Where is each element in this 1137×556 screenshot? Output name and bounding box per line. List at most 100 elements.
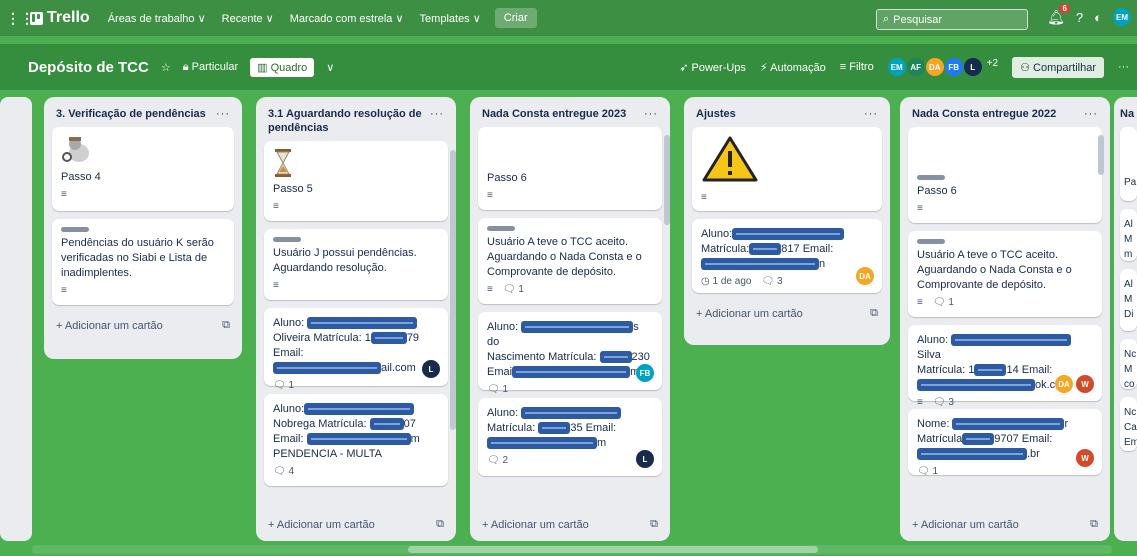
due-date-badge[interactable]: ◷ 1 de ago xyxy=(701,274,751,289)
view-board-button[interactable]: ▥ Quadro xyxy=(250,57,315,77)
list-menu-icon[interactable]: ··· xyxy=(1084,107,1098,121)
list-menu-icon[interactable]: ··· xyxy=(216,107,230,121)
card[interactable]: Usuário A teve o TCC aceito. Aguardando … xyxy=(908,231,1102,317)
nav-recent[interactable]: Recente ∨ xyxy=(222,12,274,25)
list-ajustes: Ajustes ··· ≡ Aluno: Matrícula: 817 Email:… xyxy=(684,97,890,345)
card[interactable]: Aluno: s do Nascimento Matrícula: 230 Em… xyxy=(478,312,662,395)
card[interactable]: Usuário A teve o TCC aceito. Aguardando … xyxy=(478,218,662,304)
list-scrollbar[interactable] xyxy=(1098,135,1104,175)
add-card-button[interactable]: + Adicionar um cartão ⧉ xyxy=(52,313,234,338)
card[interactable]: Passo 6 ≡ xyxy=(478,127,662,210)
more-members-count[interactable]: +2 xyxy=(987,58,998,76)
redacted-text xyxy=(732,228,845,241)
card-label[interactable] xyxy=(273,237,301,242)
redacted-text xyxy=(599,351,632,364)
warning-icon xyxy=(702,136,758,182)
template-icon[interactable]: ⧉ xyxy=(222,319,230,332)
card[interactable]: Aluno: Matrícula: 35 Email: m 🗨︎ 2 L xyxy=(478,398,662,476)
star-icon[interactable]: ☆ xyxy=(161,61,171,74)
card-title: Usuário A teve o TCC aceito. Aguardando … xyxy=(917,249,1072,291)
card-label[interactable] xyxy=(487,226,515,231)
card-title: Passo 5 xyxy=(273,183,313,195)
list-verificacao: 3. Verificação de pendências ··· Passo 4 … xyxy=(44,97,242,359)
notifications-icon[interactable]: 🔔︎ 6 xyxy=(1047,3,1070,26)
avatar[interactable]: EM xyxy=(887,58,906,76)
card[interactable]: Passo 4 ≡ xyxy=(52,127,234,211)
add-card-button[interactable]: + Adicionar um cartão ⧉ xyxy=(264,512,448,537)
template-icon[interactable]: ⧉ xyxy=(436,518,444,531)
card[interactable]: ≡ xyxy=(692,127,882,211)
card-label[interactable] xyxy=(61,227,89,232)
apps-grid-icon[interactable]: ⋮⋮ xyxy=(6,10,34,27)
search-icon: ⌕ xyxy=(883,13,890,25)
card-member-avatar[interactable]: DA xyxy=(856,267,874,285)
card[interactable]: Aluno: Oliveira Matrícula: 1 79 Email: ai… xyxy=(264,308,448,391)
search-input[interactable]: ⌕ Pesquisar xyxy=(876,9,1028,30)
template-icon[interactable]: ⧉ xyxy=(870,307,878,320)
card[interactable]: Passo 5 ≡ xyxy=(264,141,448,221)
card[interactable]: Nc Ca Em xyxy=(1120,397,1137,451)
card[interactable]: Aluno: Matrícula: 817 Email: n ◷ 1 de ago… xyxy=(692,219,882,293)
add-card-button[interactable]: + Adicionar um cartão ⧉ xyxy=(692,301,882,326)
list-title[interactable]: Ajustes xyxy=(696,107,736,121)
list-title[interactable]: 3. Verificação de pendências xyxy=(56,107,206,121)
list-scrollbar[interactable] xyxy=(664,135,670,225)
more-icon[interactable]: ··· xyxy=(1118,61,1129,73)
redacted-text xyxy=(951,334,1072,347)
list-menu-icon[interactable]: ··· xyxy=(430,107,444,121)
chevron-down-icon[interactable]: ∨ xyxy=(326,61,334,74)
card[interactable]: Aluno: Nobrega Matrícula: 07 Email: m PE… xyxy=(264,394,448,486)
card-member-avatar[interactable]: DA xyxy=(1055,375,1073,393)
card-member-avatar[interactable]: L xyxy=(636,450,654,468)
redacted-text xyxy=(917,448,1027,461)
powerups-button[interactable]: ➶ Power-Ups xyxy=(679,61,746,74)
card-label[interactable] xyxy=(917,239,945,244)
card-member-avatar[interactable]: W xyxy=(1076,375,1094,393)
avatar[interactable]: AF xyxy=(906,58,925,76)
avatar[interactable]: L xyxy=(963,58,982,76)
card[interactable]: Usuário J possui pendências. Aguardando … xyxy=(264,229,448,300)
add-card-button[interactable]: + Adicionar um cartão ⧉ xyxy=(478,512,662,537)
card-member-avatar[interactable]: FB xyxy=(636,364,654,382)
add-card-button[interactable]: + Adicionar um cartão ⧉ xyxy=(908,512,1102,537)
board-horizontal-scrollbar[interactable] xyxy=(32,545,1112,554)
nav-templates[interactable]: Templates ∨ xyxy=(420,12,481,25)
nav-workspaces[interactable]: Áreas de trabalho ∨ xyxy=(108,12,206,25)
avatar[interactable]: FB xyxy=(944,58,963,76)
card-title: Usuário J possui pendências. Aguardando … xyxy=(273,247,417,274)
share-button[interactable]: ⚇ Compartilhar xyxy=(1012,56,1104,78)
board-title[interactable]: Depósito de TCC xyxy=(28,59,149,76)
card[interactable]: Pendências do usuário K serão verificada… xyxy=(52,219,234,305)
card-member-avatar[interactable]: W xyxy=(1076,449,1094,467)
list-menu-icon[interactable]: ··· xyxy=(864,107,878,121)
top-navigation: ⋮⋮ Trello Áreas de trabalho ∨ Recente ∨ … xyxy=(0,0,1137,36)
visibility-button[interactable]: 🔒︎ Particular xyxy=(183,61,238,74)
list-scrollbar[interactable] xyxy=(450,150,456,430)
card[interactable]: Nc M co xyxy=(1120,339,1137,390)
list-title[interactable]: Nada Consta entregue 2023 xyxy=(482,107,626,121)
scrollbar-thumb[interactable] xyxy=(408,546,818,553)
theme-icon[interactable]: ◐ xyxy=(1094,10,1102,25)
list-menu-icon[interactable]: ··· xyxy=(644,107,658,121)
list-title[interactable]: Na xyxy=(1120,107,1134,121)
create-button[interactable]: Criar xyxy=(494,8,537,28)
account-avatar[interactable]: EM xyxy=(1113,8,1131,26)
card[interactable]: Al M m xyxy=(1120,209,1137,261)
card[interactable]: Pa xyxy=(1120,127,1137,201)
card[interactable]: Aluno: Silva Matrícula: 1 14 Email: ok.co… xyxy=(908,325,1102,408)
card[interactable]: Nome: r Matrícula 9707 Email: .br 🗨︎ 1 W xyxy=(908,409,1102,477)
list-title[interactable]: Nada Consta entregue 2022 xyxy=(912,107,1056,121)
help-icon[interactable]: ? xyxy=(1076,10,1083,25)
nav-starred[interactable]: Marcado com estrela ∨ xyxy=(290,12,404,25)
filter-button[interactable]: ≡ Filtro xyxy=(840,61,874,73)
automation-button[interactable]: ⚡︎ Automação xyxy=(760,61,826,74)
trello-logo[interactable]: Trello xyxy=(30,9,90,27)
card[interactable]: Al M Di xyxy=(1120,269,1137,331)
template-icon[interactable]: ⧉ xyxy=(650,518,658,531)
template-icon[interactable]: ⧉ xyxy=(1090,518,1098,531)
list-title[interactable]: 3.1 Aguardando resolução de pendências xyxy=(268,107,430,135)
card-member-avatar[interactable]: L xyxy=(422,360,440,378)
avatar[interactable]: DA xyxy=(925,58,944,76)
card-label[interactable] xyxy=(917,175,945,180)
card[interactable]: Passo 6 ≡ xyxy=(908,127,1102,223)
